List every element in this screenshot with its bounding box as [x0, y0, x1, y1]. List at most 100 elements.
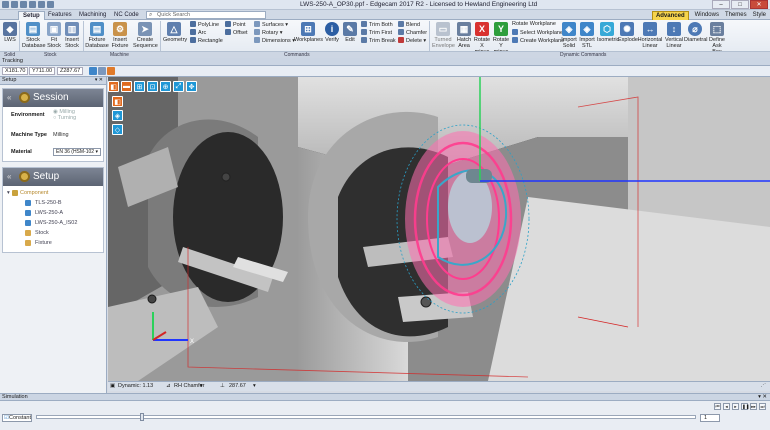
simulation-slider-thumb[interactable] [140, 413, 144, 421]
tab-nc-code[interactable]: NC Code [110, 11, 143, 20]
insert-stock-button[interactable]: ▥ Insert Stock [63, 22, 81, 49]
diametral-button[interactable]: ⌀ Diametral [684, 22, 708, 43]
session-header[interactable]: « Session [3, 89, 103, 107]
edit-button[interactable]: ✎ Edit [343, 22, 357, 43]
polyline-button[interactable]: PolyLine [190, 21, 219, 29]
tree-item-fixture[interactable]: Fixture [3, 238, 103, 248]
verify-button[interactable]: i Verify [323, 22, 341, 43]
simulation-slider[interactable] [36, 415, 696, 419]
zoom-window-icon[interactable]: ⊡ [147, 81, 158, 92]
isometric-button[interactable]: ⬡ Isometric [597, 22, 619, 43]
rotary-button[interactable]: Rotary ▾ [254, 29, 283, 37]
tree-item-lws-250-a-is02[interactable]: LWS-250-A_IS02 [3, 218, 103, 228]
material-select[interactable]: EN 36 (HSM-102 ▾ [53, 148, 101, 156]
wireframe-view-icon[interactable]: ◇ [112, 124, 123, 135]
vertical-linear-button[interactable]: ↕ Vertical Linear [664, 22, 684, 49]
tree-item-tls-250-b[interactable]: TLS-250-B [3, 198, 103, 208]
collapse-icon[interactable]: « [7, 168, 11, 186]
explode-button[interactable]: ✺ Explode [618, 22, 638, 43]
tree-item-component[interactable]: ▾ Component [3, 188, 103, 198]
arc-icon [190, 29, 196, 35]
mode-icon[interactable]: ▣ [110, 382, 115, 391]
horizontal-linear-button[interactable]: ↔ Horizontal Linear [637, 22, 663, 49]
rotate-workplane-button[interactable]: Rotate Workplane [512, 21, 556, 28]
play-icon[interactable]: ▸ [732, 403, 739, 410]
iso-view-icon[interactable]: ◧ [112, 96, 123, 107]
tab-machining[interactable]: Machining [75, 11, 110, 20]
expand-icon[interactable]: ▾ [7, 188, 10, 198]
tree-item-stock[interactable]: Stock [3, 228, 103, 238]
select-workplane-button[interactable]: Select Workplane [512, 29, 563, 37]
turning-radio[interactable]: ○ Turning [53, 115, 76, 121]
tab-setup[interactable]: Setup [18, 11, 45, 20]
pause-icon[interactable]: ❚❚ [741, 403, 750, 410]
fit-stock-button[interactable]: ▣ Fit Stock [46, 22, 62, 49]
arc-button[interactable]: Arc [190, 29, 206, 37]
workplane-view-icon[interactable]: ⊞ [134, 81, 145, 92]
create-workplane-button[interactable]: Create Workplane [512, 37, 564, 45]
lock-icon[interactable] [107, 67, 115, 75]
resize-grip-icon[interactable]: ⋰ [761, 382, 767, 391]
app-logo-icon[interactable] [2, 1, 9, 8]
speed-value[interactable]: 1 [700, 414, 720, 422]
chevron-down-icon[interactable]: ▾ [200, 382, 203, 391]
skip-end-icon[interactable]: ⏭ [759, 403, 766, 410]
undo-icon[interactable] [38, 1, 45, 8]
turned-envelope-button[interactable]: ▭ Turned Envelope [432, 22, 455, 49]
tab-features[interactable]: Features [44, 11, 76, 20]
step-forward-icon[interactable]: ▸▸ [750, 403, 757, 410]
skip-start-icon[interactable]: ⏮ [714, 403, 721, 410]
collapse-icon[interactable]: « [7, 89, 11, 107]
grid-icon[interactable] [98, 67, 106, 75]
trim-both-button[interactable]: Trim Both [361, 21, 393, 29]
delete-button[interactable]: Delete ▾ [398, 37, 426, 45]
speed-mode-select[interactable]: ☑ Constant [2, 414, 32, 422]
new-file-icon[interactable] [11, 1, 18, 8]
redo-icon[interactable] [47, 1, 54, 8]
blend-button[interactable]: Blend [398, 21, 420, 29]
hatch-area-button[interactable]: ▦ Hatch Area [456, 22, 472, 49]
tree-item-lws-250-a[interactable]: LWS-250-A [3, 208, 103, 218]
maximize-button[interactable]: □ [731, 0, 749, 9]
point-button[interactable]: Point [225, 21, 246, 29]
pin-icon[interactable]: ▾ ✕ [95, 77, 103, 84]
graphics-viewport[interactable]: X ◧ ▬ ⊞ ⊡ ⊕ ⤢ ✥ ◧ ◈ ◇ [108, 77, 770, 381]
close-button[interactable]: ✕ [750, 0, 768, 9]
setup-header[interactable]: « Setup [3, 168, 103, 186]
offset-button[interactable]: Offset [225, 29, 248, 37]
workplanes-button[interactable]: ⊞ Workplanes [294, 22, 323, 43]
dimensions-button[interactable]: Dimensions ▾ [254, 37, 295, 45]
tracking-z-field[interactable]: Z287.67 [57, 67, 83, 75]
zoom-icon[interactable]: ⊕ [160, 81, 171, 92]
trim-break-button[interactable]: Trim Break [361, 37, 396, 45]
fixture-database-button[interactable]: ▤ Fixture Database [85, 22, 109, 49]
geometry-button[interactable]: △ Geometry [163, 22, 187, 43]
zoom-fit-icon[interactable]: ⤢ [173, 81, 184, 92]
lws-button[interactable]: ◆ LWS [3, 22, 17, 43]
rectangle-button[interactable]: Rectangle [190, 37, 223, 45]
trim-first-button[interactable]: Trim First [361, 29, 392, 37]
quick-search-input[interactable]: ⌕ Quick Search [146, 11, 266, 19]
shaded-view-icon[interactable]: ◈ [112, 110, 123, 121]
pin-icon[interactable]: ▾ ✕ [758, 394, 767, 401]
step-back-icon[interactable]: ◂ [723, 403, 730, 410]
import-solid-button[interactable]: ◈ Import Solid [561, 22, 577, 49]
snap-mode-icon[interactable]: ⊿ [166, 382, 171, 391]
z-level-value[interactable]: 287.67 [229, 382, 246, 391]
snap-icon[interactable] [89, 67, 97, 75]
save-icon[interactable] [29, 1, 36, 8]
tracking-x-field[interactable]: X181.70 [2, 67, 28, 75]
stock-database-button[interactable]: ▤ Stock Database [22, 22, 46, 49]
machine-view-icon[interactable]: ▬ [121, 81, 132, 92]
view-cube-icon[interactable]: ◧ [108, 81, 119, 92]
create-sequence-button[interactable]: ➤ Create Sequence [133, 22, 158, 49]
import-stl-button[interactable]: ◈ Import STL [578, 22, 596, 49]
open-file-icon[interactable] [20, 1, 27, 8]
tracking-y-field[interactable]: Y711.00 [29, 67, 55, 75]
minimize-button[interactable]: – [712, 0, 730, 9]
chamfer-button[interactable]: Chamfer [398, 29, 427, 37]
surfaces-button[interactable]: Surfaces ▾ [254, 21, 288, 29]
pan-icon[interactable]: ✥ [186, 81, 197, 92]
chevron-down-icon[interactable]: ▾ [253, 382, 256, 391]
insert-fixture-button[interactable]: ⚙ Insert Fixture [110, 22, 130, 49]
